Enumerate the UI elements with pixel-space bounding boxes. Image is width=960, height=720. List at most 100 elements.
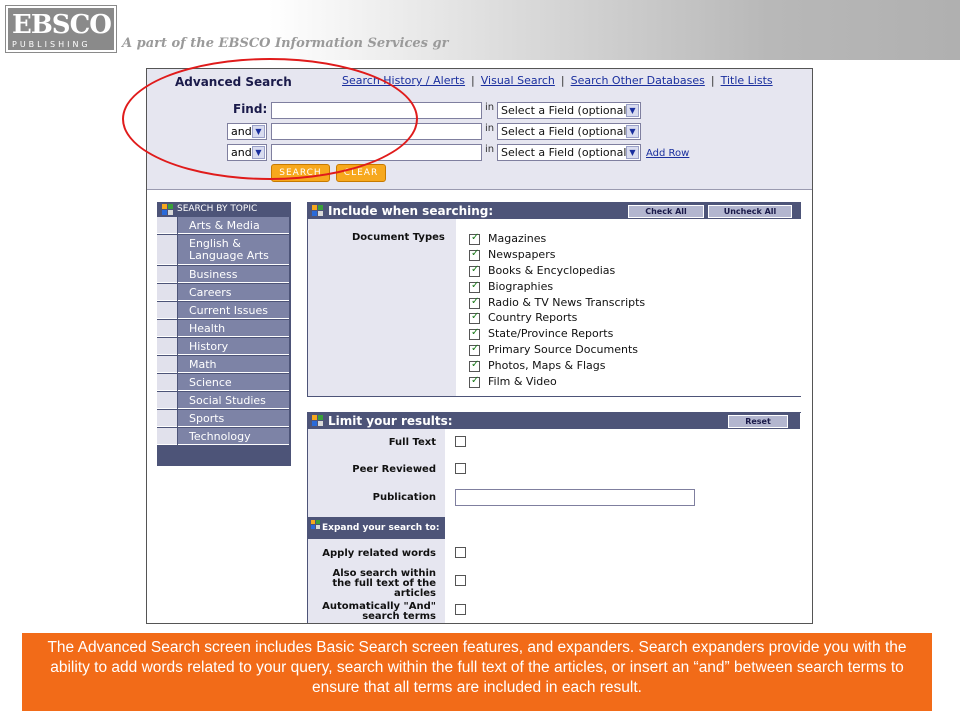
field-select-3[interactable]: Select a Field (optional) ▼: [497, 144, 641, 161]
topic-stub: [157, 217, 177, 234]
expand-search-header: Expand your search to:: [308, 517, 445, 539]
doc-type-label: Newspapers: [488, 248, 556, 261]
checkbox-checked[interactable]: [469, 311, 480, 324]
link-search-other-databases[interactable]: Search Other Databases: [571, 74, 705, 87]
field-select-1[interactable]: Select a Field (optional) ▼: [497, 102, 641, 119]
link-separator: |: [471, 74, 475, 87]
topic-item-careers[interactable]: Careers: [157, 284, 291, 302]
doc-type-label: Country Reports: [488, 311, 578, 324]
link-separator: |: [560, 74, 565, 87]
topic-stub: [157, 374, 177, 391]
add-row-link[interactable]: Add Row: [646, 148, 689, 159]
topic-label: Current Issues: [178, 302, 289, 319]
topic-item-history[interactable]: History: [157, 338, 291, 356]
apply-related-words-checkbox[interactable]: [455, 547, 466, 558]
logo-sub-text: PUBLISHING: [12, 40, 91, 49]
topic-label: Technology: [178, 428, 289, 445]
link-separator: |: [710, 74, 715, 87]
topic-label: History: [178, 338, 289, 355]
topic-item-sports[interactable]: Sports: [157, 410, 291, 428]
include-when-searching-box: Include when searching: Check All Unchec…: [307, 202, 801, 397]
topic-stub: [157, 235, 177, 265]
logo-main-text: EBSCO: [12, 10, 112, 40]
topic-label: Business: [178, 266, 289, 283]
expand-search-title: Expand your search to:: [322, 523, 440, 533]
search-by-topic-nav: SEARCH BY TOPIC Arts & Media English & L…: [157, 202, 291, 466]
grid-icon: [312, 205, 323, 216]
reset-button[interactable]: Reset: [728, 415, 788, 428]
ebsco-logo: EBSCO PUBLISHING: [5, 5, 117, 53]
checkbox-checked[interactable]: [469, 264, 480, 277]
doc-type-label: State/Province Reports: [488, 327, 614, 340]
topic-stub: [157, 320, 177, 337]
chevron-down-icon: ▼: [626, 125, 639, 138]
topic-stub: [157, 302, 177, 319]
doc-type-label: Magazines: [488, 232, 547, 245]
topic-item-arts-media[interactable]: Arts & Media: [157, 217, 291, 235]
limit-box-header: Limit your results:: [308, 413, 800, 429]
chevron-down-icon: ▼: [626, 104, 639, 117]
grid-icon: [312, 415, 323, 426]
search-full-text-label-3: articles: [394, 588, 436, 599]
link-title-lists[interactable]: Title Lists: [721, 74, 773, 87]
uncheck-all-button[interactable]: Uncheck All: [708, 205, 792, 218]
field-select-value: Select a Field (optional): [501, 146, 631, 159]
field-select-value: Select a Field (optional): [501, 125, 631, 138]
limit-box-title: Limit your results:: [328, 414, 453, 428]
tagline: A part of the EBSCO Information Services…: [122, 36, 449, 51]
topic-stub: [157, 428, 177, 445]
search-full-text-checkbox[interactable]: [455, 575, 466, 586]
topic-label: Social Studies: [178, 392, 289, 409]
in-label: in: [485, 102, 495, 113]
publication-input[interactable]: [455, 489, 695, 506]
topic-nav-header: SEARCH BY TOPIC: [157, 202, 291, 217]
check-all-button[interactable]: Check All: [628, 205, 704, 218]
doc-type-label: Photos, Maps & Flags: [488, 359, 606, 372]
doc-type-label: Books & Encyclopedias: [488, 264, 616, 277]
peer-reviewed-checkbox[interactable]: [455, 463, 466, 474]
full-text-label: Full Text: [388, 437, 436, 448]
topic-stub: [157, 392, 177, 409]
document-types-label: Document Types: [352, 232, 445, 243]
checkbox-checked[interactable]: [469, 359, 480, 372]
topic-label: Careers: [178, 284, 289, 301]
topic-stub: [157, 410, 177, 427]
topic-item-science[interactable]: Science: [157, 374, 291, 392]
topic-item-math[interactable]: Math: [157, 356, 291, 374]
topic-label: Sports: [178, 410, 289, 427]
doc-type-label: Radio & TV News Transcripts: [488, 296, 646, 309]
checkbox-checked[interactable]: [469, 248, 480, 261]
topic-item-health[interactable]: Health: [157, 320, 291, 338]
field-select-2[interactable]: Select a Field (optional) ▼: [497, 123, 641, 140]
header-banner: EBSCO PUBLISHING A part of the EBSCO Inf…: [0, 0, 960, 60]
checkbox-checked[interactable]: [469, 375, 480, 388]
doc-type-label: Primary Source Documents: [488, 343, 638, 356]
checkbox-checked[interactable]: [469, 296, 480, 309]
doc-type-label: Biographies: [488, 280, 554, 293]
limit-your-results-box: Limit your results: Reset Full Text Peer…: [307, 412, 802, 623]
document-types-list: Magazines Newspapers Books & Encyclopedi…: [456, 219, 801, 396]
topic-item-technology[interactable]: Technology: [157, 428, 291, 446]
chevron-down-icon: ▼: [626, 146, 639, 159]
topic-item-current-issues[interactable]: Current Issues: [157, 302, 291, 320]
topic-item-social-studies[interactable]: Social Studies: [157, 392, 291, 410]
apply-related-words-label: Apply related words: [322, 548, 436, 559]
checkbox-checked[interactable]: [469, 343, 480, 356]
link-visual-search[interactable]: Visual Search: [481, 74, 555, 87]
topic-stub: [157, 284, 177, 301]
checkbox-checked[interactable]: [469, 280, 480, 293]
topic-nav-title: SEARCH BY TOPIC: [177, 204, 258, 214]
topic-label: Health: [178, 320, 289, 337]
field-select-value: Select a Field (optional): [501, 104, 631, 117]
topic-label: Math: [178, 356, 289, 373]
full-text-checkbox[interactable]: [455, 436, 466, 447]
limit-fields-area: [445, 413, 802, 623]
in-label: in: [485, 144, 495, 155]
in-label: in: [485, 123, 495, 134]
topic-item-english[interactable]: English & Language Arts: [157, 235, 291, 266]
checkbox-checked[interactable]: [469, 327, 480, 340]
auto-and-checkbox[interactable]: [455, 604, 466, 615]
topic-item-business[interactable]: Business: [157, 266, 291, 284]
peer-reviewed-label: Peer Reviewed: [352, 464, 436, 475]
checkbox-checked[interactable]: [469, 232, 480, 245]
